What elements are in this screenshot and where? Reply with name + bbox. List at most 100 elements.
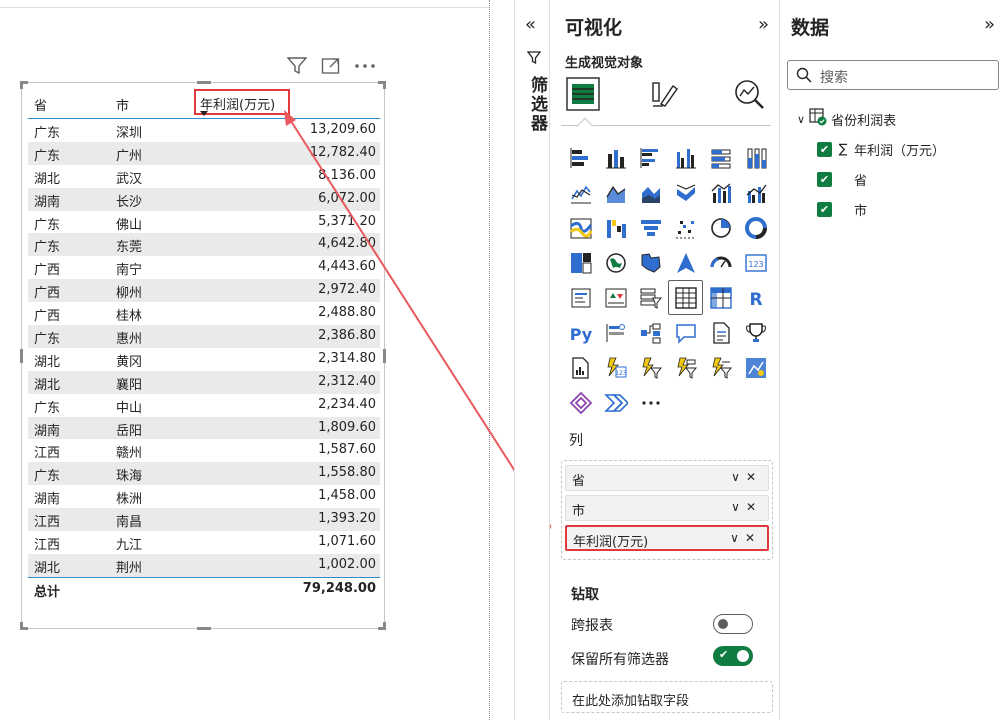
kpi-icon[interactable] bbox=[598, 280, 633, 315]
cross-report-toggle[interactable] bbox=[713, 614, 753, 634]
keep-filters-toggle[interactable]: ✔ bbox=[713, 646, 753, 666]
field-item[interactable]: ✔ 省 bbox=[797, 164, 945, 194]
table-row[interactable]: 广东 佛山 5,371.20 bbox=[28, 211, 380, 234]
line-chart-icon[interactable] bbox=[563, 175, 598, 210]
filters-pane-collapsed[interactable]: « 筛选器 bbox=[514, 0, 550, 720]
paginated-report-icon[interactable] bbox=[563, 350, 598, 385]
column-header-city[interactable]: 市 bbox=[116, 95, 129, 114]
decomposition-tree-icon[interactable] bbox=[633, 315, 668, 350]
table-row[interactable]: 广东 深圳 13,209.60 bbox=[28, 119, 380, 142]
table-row[interactable]: 广西 柳州 2,972.40 bbox=[28, 279, 380, 303]
more-options-icon[interactable] bbox=[354, 56, 376, 76]
multi-row-card-icon[interactable] bbox=[563, 280, 598, 315]
table-node[interactable]: ∨ 省份利润表 bbox=[797, 104, 945, 134]
table-row[interactable]: 广东 中山 2,234.40 bbox=[28, 394, 380, 417]
python-visual-icon[interactable]: Py bbox=[563, 315, 598, 350]
column-header-profit[interactable]: 年利润(万元) bbox=[194, 89, 290, 115]
expand-filters-icon[interactable]: « bbox=[525, 14, 536, 35]
filter-icon[interactable] bbox=[286, 56, 308, 76]
clustered-bar-icon[interactable] bbox=[633, 140, 668, 175]
drill-through-drop-zone[interactable]: 在此处添加钻取字段 bbox=[561, 681, 773, 713]
100-column-icon[interactable] bbox=[738, 140, 773, 175]
filled-map-icon[interactable] bbox=[633, 245, 668, 280]
table-row[interactable]: 广东 东莞 4,642.80 bbox=[28, 233, 380, 257]
focus-mode-icon[interactable] bbox=[320, 56, 342, 76]
table-visual[interactable]: 省 市 年利润(万元) 广东 深圳 13,209.60 广东 广州 12,782.40 湖北… bbox=[20, 81, 386, 630]
checkbox-checked-icon[interactable]: ✔ bbox=[817, 171, 832, 187]
chevron-down-icon[interactable]: ∨ bbox=[731, 500, 746, 514]
build-visual-tab[interactable] bbox=[563, 74, 603, 114]
column-header-province[interactable]: 省 bbox=[34, 95, 47, 114]
line-stacked-column-icon[interactable] bbox=[703, 175, 738, 210]
goals-trophy-icon[interactable] bbox=[738, 315, 773, 350]
search-input[interactable]: 搜索 bbox=[787, 60, 999, 90]
stacked-area-icon[interactable] bbox=[633, 175, 668, 210]
card-icon[interactable]: 123 bbox=[738, 245, 773, 280]
funnel-icon[interactable] bbox=[633, 210, 668, 245]
chevron-down-icon[interactable]: ∨ bbox=[731, 470, 746, 484]
100-bar-icon[interactable] bbox=[703, 140, 738, 175]
table-row[interactable]: 湖北 荆州 1,002.00 bbox=[28, 553, 380, 577]
map-icon[interactable] bbox=[598, 245, 633, 280]
key-influencers-icon[interactable] bbox=[598, 315, 633, 350]
power-apps-icon[interactable] bbox=[563, 385, 598, 420]
table-row[interactable]: 江西 九江 1,071.60 bbox=[28, 531, 380, 554]
table-row[interactable]: 广东 珠海 1,558.80 bbox=[28, 462, 380, 486]
collapse-data-pane-icon[interactable]: » bbox=[984, 14, 995, 35]
field-item[interactable]: ✔ ∑ 年利润（万元） bbox=[797, 134, 945, 164]
collapse-pane-icon[interactable]: » bbox=[758, 14, 769, 35]
chevron-down-icon[interactable]: ∨ bbox=[797, 113, 805, 126]
field-pill-profit[interactable]: 年利润(万元) ∨✕ bbox=[565, 525, 769, 551]
qa-icon[interactable] bbox=[668, 315, 703, 350]
close-icon[interactable]: ✕ bbox=[746, 470, 762, 484]
power-apps-list-icon[interactable] bbox=[703, 350, 738, 385]
clustered-column-icon[interactable] bbox=[668, 140, 703, 175]
resize-handle[interactable] bbox=[383, 349, 386, 363]
azure-map-icon[interactable] bbox=[668, 245, 703, 280]
smart-narrative-icon[interactable] bbox=[703, 315, 738, 350]
resize-handle[interactable] bbox=[378, 622, 386, 630]
table-row[interactable]: 广东 广州 12,782.40 bbox=[28, 141, 380, 165]
table-row[interactable]: 广西 南宁 4,443.60 bbox=[28, 256, 380, 279]
analytics-tab[interactable] bbox=[729, 74, 769, 114]
power-apps-slicer-icon[interactable] bbox=[633, 350, 668, 385]
ribbon-chart-icon[interactable] bbox=[668, 175, 703, 210]
table-row[interactable]: 湖南 长沙 6,072.00 bbox=[28, 187, 380, 211]
field-item[interactable]: ✔ 市 bbox=[797, 194, 945, 224]
table-row[interactable]: 湖北 黄冈 2,314.80 bbox=[28, 348, 380, 371]
stacked-bar-icon[interactable] bbox=[563, 140, 598, 175]
waterfall-icon[interactable] bbox=[598, 210, 633, 245]
field-pill-province[interactable]: 省 ∨✕ bbox=[565, 465, 769, 491]
close-icon[interactable]: ✕ bbox=[745, 531, 761, 545]
resize-handle[interactable] bbox=[197, 81, 211, 84]
arcgis-map-icon[interactable] bbox=[738, 350, 773, 385]
close-icon[interactable]: ✕ bbox=[746, 500, 762, 514]
power-automate-icon[interactable] bbox=[668, 350, 703, 385]
scatter-icon[interactable] bbox=[668, 210, 703, 245]
area-chart-icon[interactable] bbox=[598, 175, 633, 210]
columns-drop-zone[interactable]: 省 ∨✕ 市 ∨✕ 年利润(万元) ∨✕ bbox=[561, 460, 773, 560]
table-row[interactable]: 广西 桂林 2,488.80 bbox=[28, 302, 380, 325]
resize-handle[interactable] bbox=[197, 627, 211, 630]
resize-handle[interactable] bbox=[20, 81, 28, 89]
resize-handle[interactable] bbox=[20, 349, 23, 363]
treemap-icon[interactable] bbox=[563, 245, 598, 280]
table-row[interactable]: 湖南 岳阳 1,809.60 bbox=[28, 416, 380, 440]
table-row[interactable]: 广东 惠州 2,386.80 bbox=[28, 325, 380, 348]
power-apps-card-icon[interactable]: 123 bbox=[598, 350, 633, 385]
gauge-icon[interactable] bbox=[703, 245, 738, 280]
field-pill-city[interactable]: 市 ∨✕ bbox=[565, 495, 769, 521]
table-row[interactable]: 湖北 武汉 8,136.00 bbox=[28, 165, 380, 188]
format-visual-tab[interactable] bbox=[645, 74, 685, 114]
stacked-column-icon[interactable] bbox=[598, 140, 633, 175]
line-clustered-column-icon[interactable] bbox=[738, 175, 773, 210]
checkbox-checked-icon[interactable]: ✔ bbox=[817, 201, 832, 217]
resize-handle[interactable] bbox=[20, 622, 28, 630]
table-row[interactable]: 湖南 株洲 1,458.00 bbox=[28, 485, 380, 508]
more-visuals-icon[interactable] bbox=[633, 385, 668, 420]
power-automate-flow-icon[interactable] bbox=[598, 385, 633, 420]
table-icon[interactable] bbox=[668, 280, 703, 315]
r-visual-icon[interactable]: R bbox=[738, 280, 773, 315]
ribbon-icon[interactable] bbox=[563, 210, 598, 245]
slicer-icon[interactable] bbox=[633, 280, 668, 315]
